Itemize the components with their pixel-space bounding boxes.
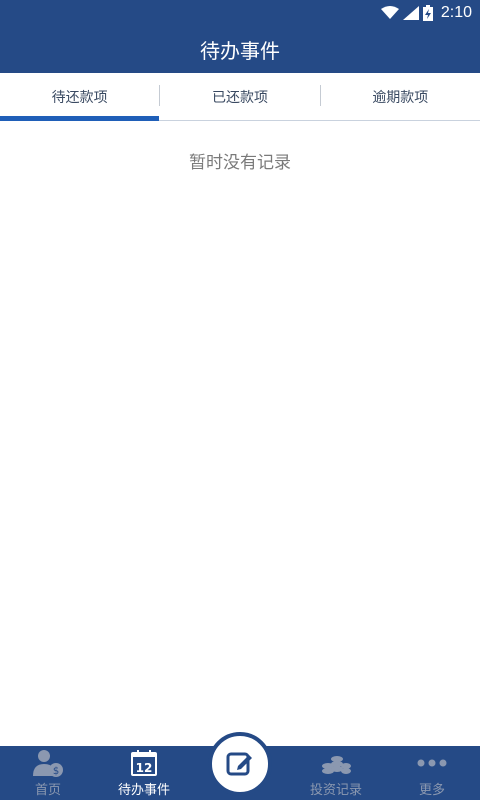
- status-bar: 2:10: [0, 0, 480, 25]
- page-title: 待办事件: [0, 25, 480, 73]
- calendar-icon: 12: [130, 747, 158, 779]
- wifi-icon: [380, 5, 399, 19]
- nav-label: 投资记录: [309, 783, 362, 798]
- nav-item-investment-records[interactable]: 投资记录: [288, 746, 384, 800]
- edit-button[interactable]: [208, 732, 272, 796]
- tab-label: 逾期款项: [372, 89, 429, 106]
- calendar-day: 12: [136, 761, 153, 775]
- svg-text:$: $: [53, 766, 59, 777]
- tab-label: 待还款项: [51, 89, 108, 106]
- coins-icon: [320, 747, 352, 779]
- nav-label: 更多: [418, 783, 445, 798]
- signal-icon: [402, 5, 419, 20]
- empty-state-message: 暂时没有记录: [189, 153, 291, 173]
- battery-charging-icon: [422, 4, 433, 21]
- nav-item-more[interactable]: 更多: [384, 746, 480, 800]
- user-money-icon: $: [31, 747, 65, 779]
- tab-pending-payments[interactable]: 待还款项: [0, 73, 160, 121]
- bottom-nav: $ 首页 12 待办事件 投资记录 更多: [0, 732, 480, 800]
- nav-item-home[interactable]: $ 首页: [0, 746, 96, 800]
- tab-label: 已还款项: [211, 89, 268, 106]
- more-dots-icon: [416, 747, 448, 779]
- tab-paid-payments[interactable]: 已还款项: [160, 73, 319, 120]
- tab-overdue-payments[interactable]: 逾期款项: [321, 73, 480, 120]
- nav-center-slot: [192, 732, 288, 800]
- nav-label: 待办事件: [117, 783, 170, 798]
- status-time: 2:10: [440, 3, 472, 21]
- nav-label: 首页: [34, 783, 61, 798]
- edit-icon: [226, 752, 252, 776]
- nav-item-todo[interactable]: 12 待办事件: [96, 746, 192, 800]
- tab-bar: 待还款项 已还款项 逾期款项: [0, 73, 480, 121]
